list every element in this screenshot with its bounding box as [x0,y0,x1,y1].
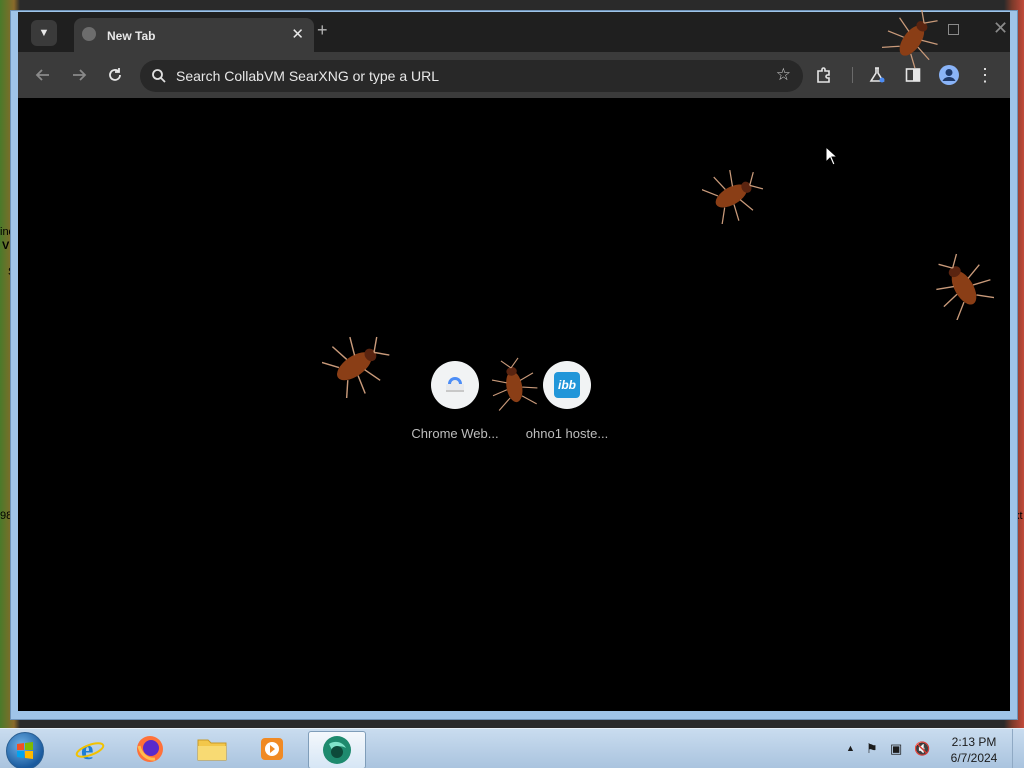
cockroach-icon [702,169,764,224]
media-player-icon [261,738,283,760]
taskbar-firefox[interactable] [122,731,178,767]
chrome-web-store-icon [446,377,464,392]
show-desktop-button[interactable] [1012,729,1024,768]
address-bar-placeholder: Search CollabVM SearXNG or type a URL [176,68,439,84]
forward-button[interactable] [67,63,91,87]
back-button[interactable] [31,63,55,87]
network-icon[interactable]: ▣ [890,741,902,757]
tray-expand-icon[interactable]: ▲ [846,743,855,753]
taskbar: e ▲ ⚑ ▣ 🔇 2:13 PM 6/7/2024 [0,728,1024,768]
shortcut-label: Chrome Web... [411,426,499,441]
ibb-icon-text: ibb [558,378,576,392]
window-close-icon[interactable]: ✕ [993,18,1008,39]
shortcut-icon-circle [431,361,479,409]
tab-title: New Tab [107,29,156,43]
toolbar: Search CollabVM SearXNG or type a URL ☆ … [18,52,1010,98]
mouse-cursor-icon [825,146,839,166]
shortcut-icon-circle: ibb [543,361,591,409]
cockroach-icon [936,253,994,320]
chevron-down-icon: ▼ [38,27,50,39]
shortcut-label: ohno1 hoste... [525,426,609,441]
reload-button[interactable] [103,63,127,87]
new-tab-button[interactable]: + [317,20,328,41]
puzzle-icon [817,67,830,83]
taskbar-clock[interactable]: 2:13 PM 6/7/2024 [944,734,1004,766]
taskbar-media-player[interactable] [244,731,300,767]
kebab-menu-icon: ⋮ [976,65,994,85]
menu-button[interactable]: ⋮ [973,63,997,87]
taskbar-file-explorer[interactable] [184,731,240,767]
taskbar-internet-explorer[interactable]: e [62,731,118,767]
title-bar: ▼ New Tab ✕ + ✕ [18,12,1010,53]
taskbar-collabvm-browser[interactable] [308,731,366,768]
tab-new-tab[interactable]: New Tab ✕ [74,18,314,53]
bookmark-star-icon[interactable]: ☆ [776,65,791,85]
ibb-icon: ibb [554,372,580,398]
action-center-flag-icon[interactable]: ⚑ [866,741,878,757]
close-tab-icon[interactable]: ✕ [291,25,304,43]
globe-icon [82,27,96,41]
arrow-left-icon [35,69,49,81]
maximize-icon[interactable] [948,24,959,35]
flask-icon [869,67,885,83]
toolbar-divider [852,67,853,83]
windows-logo-icon [17,742,33,759]
address-bar[interactable]: Search CollabVM SearXNG or type a URL ☆ [140,60,803,92]
clock-date: 6/7/2024 [950,751,998,765]
cockroach-icon [322,336,390,398]
clock-time: 2:13 PM [951,735,997,749]
side-panel-glyph-icon [905,68,921,82]
extensions-icon[interactable] [812,63,836,87]
firefox-icon [137,736,163,762]
cockroach-icon [491,357,538,411]
start-button[interactable] [6,732,44,768]
arrow-right-icon [73,69,87,81]
cockroach-icon [882,10,938,68]
file-explorer-icon [197,739,227,761]
tab-search-dropdown-button[interactable]: ▼ [31,20,57,46]
svg-text:e: e [81,735,93,764]
collabvm-browser-icon [323,736,351,764]
internet-explorer-icon: e [75,735,105,764]
reload-icon [109,68,121,81]
search-icon [152,69,166,83]
volume-muted-icon[interactable]: 🔇 [914,741,930,757]
